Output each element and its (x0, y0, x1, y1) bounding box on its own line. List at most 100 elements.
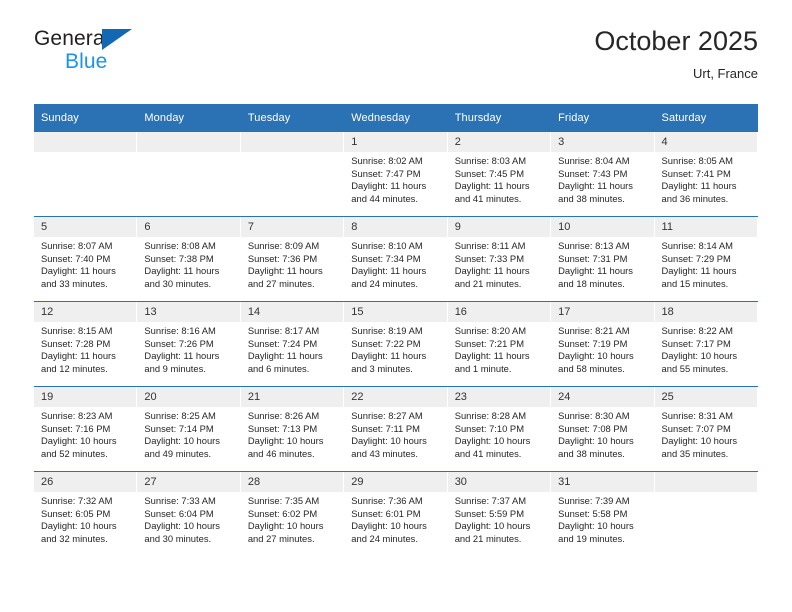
sunset-text: Sunset: 7:10 PM (454, 422, 524, 434)
calendar-day-cell[interactable]: 28 Sunrise: 7:35 AM Sunset: 6:02 PM Dayligh… (240, 471, 345, 556)
calendar-day-cell[interactable]: 3 Sunrise: 8:04 AM Sunset: 7:43 PM Daylight… (551, 132, 655, 217)
day-number: 26 (34, 472, 137, 492)
sunset-text: Sunset: 7:45 PM (454, 167, 524, 179)
daylight-text-line2: and 30 minutes. (144, 277, 212, 289)
page-header: General Blue October 2025 Urt, France (34, 26, 758, 98)
daylight-text-line1: Daylight: 11 hours (661, 180, 737, 192)
sunrise-text: Sunrise: 8:11 AM (454, 240, 526, 251)
sunrise-text: Sunrise: 8:26 AM (247, 410, 320, 421)
sunrise-text: Sunrise: 8:15 AM (41, 325, 113, 336)
general-blue-logo: General Blue (34, 28, 264, 90)
sunrise-text: Sunrise: 8:10 AM (351, 240, 423, 251)
daylight-text-line1: Daylight: 10 hours (144, 520, 220, 532)
day-number: 28 (240, 472, 344, 492)
sunrise-text: Sunrise: 8:27 AM (351, 410, 423, 421)
daylight-text-line1: Daylight: 11 hours (454, 180, 530, 192)
calendar-day-cell[interactable]: 26 Sunrise: 7:32 AM Sunset: 6:05 PM Dayligh… (34, 471, 138, 556)
daylight-text-line1: Daylight: 11 hours (558, 265, 633, 277)
day-info: Sunrise: 7:37 AM Sunset: 5:59 PM Daylight:… (448, 492, 551, 545)
calendar-day-cell[interactable]: 16 Sunrise: 8:20 AM Sunset: 7:21 PM Dayligh… (447, 301, 552, 387)
calendar-day-cell[interactable]: 23 Sunrise: 8:28 AM Sunset: 7:10 PM Dayligh… (447, 386, 552, 472)
sunset-text: Sunset: 7:17 PM (661, 337, 731, 349)
calendar-page: General Blue October 2025 Urt, France Su… (0, 0, 792, 612)
daylight-text-line2: and 41 minutes. (454, 192, 522, 204)
calendar-day-cell[interactable]: 11 Sunrise: 8:14 AM Sunset: 7:29 PM Dayligh… (654, 216, 758, 302)
daylight-text-line1: Daylight: 11 hours (351, 350, 427, 362)
daylight-text-line2: and 58 minutes. (558, 362, 625, 374)
sunset-text: Sunset: 5:59 PM (454, 507, 524, 519)
day-number: 21 (240, 387, 344, 407)
sunset-text: Sunset: 7:29 PM (661, 252, 731, 264)
daylight-text-line1: Daylight: 11 hours (558, 180, 633, 192)
calendar-day-cell[interactable]: 24 Sunrise: 8:30 AM Sunset: 7:08 PM Dayligh… (551, 386, 655, 472)
calendar-day-cell[interactable]: 18 Sunrise: 8:22 AM Sunset: 7:17 PM Dayligh… (654, 301, 758, 387)
day-info: Sunrise: 8:31 AM Sunset: 7:07 PM Daylight:… (655, 407, 758, 460)
sunset-text: Sunset: 6:01 PM (351, 507, 421, 519)
sunrise-text: Sunrise: 8:02 AM (351, 155, 423, 166)
calendar-day-cell[interactable]: 8 Sunrise: 8:10 AM Sunset: 7:34 PM Daylight… (344, 216, 448, 302)
calendar-day-cell[interactable]: 7 Sunrise: 8:09 AM Sunset: 7:36 PM Daylight… (240, 216, 345, 302)
day-info: Sunrise: 8:05 AM Sunset: 7:41 PM Daylight:… (655, 152, 758, 205)
weekday-header-saturday: Saturday (654, 104, 758, 132)
sunrise-text: Sunrise: 8:05 AM (661, 155, 733, 166)
calendar-day-cell[interactable]: 20 Sunrise: 8:25 AM Sunset: 7:14 PM Dayligh… (137, 386, 241, 472)
sunrise-text: Sunrise: 8:28 AM (454, 410, 527, 421)
calendar-day-cell[interactable]: 17 Sunrise: 8:21 AM Sunset: 7:19 PM Dayligh… (551, 301, 655, 387)
daylight-text-line1: Daylight: 10 hours (247, 435, 324, 447)
day-info: Sunrise: 8:27 AM Sunset: 7:11 PM Daylight:… (344, 407, 447, 460)
day-info: Sunrise: 7:33 AM Sunset: 6:04 PM Daylight:… (137, 492, 240, 545)
sunrise-text: Sunrise: 8:25 AM (144, 410, 216, 421)
calendar-day-cell[interactable]: 31 Sunrise: 7:39 AM Sunset: 5:58 PM Dayligh… (551, 471, 655, 556)
daylight-text-line1: Daylight: 11 hours (41, 350, 116, 362)
sunset-text: Sunset: 7:31 PM (558, 252, 628, 264)
weekday-header-wednesday: Wednesday (344, 104, 448, 132)
day-number: 7 (240, 217, 344, 237)
daylight-text-line1: Daylight: 11 hours (247, 265, 323, 277)
calendar-day-cell[interactable]: 12 Sunrise: 8:15 AM Sunset: 7:28 PM Dayligh… (34, 301, 138, 387)
day-number: 22 (344, 387, 447, 407)
calendar-day-cell[interactable]: 14 Sunrise: 8:17 AM Sunset: 7:24 PM Dayligh… (240, 301, 345, 387)
calendar-day-cell[interactable]: 15 Sunrise: 8:19 AM Sunset: 7:22 PM Dayligh… (344, 301, 448, 387)
calendar-day-cell[interactable]: 2 Sunrise: 8:03 AM Sunset: 7:45 PM Daylight… (447, 132, 552, 217)
calendar-day-cell[interactable]: 13 Sunrise: 8:16 AM Sunset: 7:26 PM Dayligh… (137, 301, 241, 387)
day-number (240, 132, 344, 152)
calendar-day-cell[interactable]: 10 Sunrise: 8:13 AM Sunset: 7:31 PM Dayligh… (551, 216, 655, 302)
day-info: Sunrise: 8:14 AM Sunset: 7:29 PM Daylight:… (655, 237, 758, 290)
day-info: Sunrise: 8:13 AM Sunset: 7:31 PM Daylight:… (551, 237, 654, 290)
sunset-text: Sunset: 7:33 PM (454, 252, 524, 264)
logo-general-label: General (34, 27, 110, 50)
day-number: 30 (447, 472, 551, 492)
daylight-text-line1: Daylight: 10 hours (661, 350, 738, 362)
calendar-day-cell[interactable]: 9 Sunrise: 8:11 AM Sunset: 7:33 PM Daylight… (447, 216, 552, 302)
sunrise-text: Sunrise: 8:04 AM (558, 155, 630, 166)
sunrise-text: Sunrise: 7:39 AM (558, 495, 630, 506)
calendar-day-cell[interactable]: 27 Sunrise: 7:33 AM Sunset: 6:04 PM Dayligh… (137, 471, 241, 556)
sunset-text: Sunset: 6:05 PM (41, 507, 111, 519)
day-number: 9 (447, 217, 551, 237)
day-number: 12 (34, 302, 137, 322)
day-info: Sunrise: 8:08 AM Sunset: 7:38 PM Daylight:… (137, 237, 240, 290)
calendar-day-cell[interactable]: 22 Sunrise: 8:27 AM Sunset: 7:11 PM Dayligh… (344, 386, 448, 472)
calendar-day-cell[interactable]: 21 Sunrise: 8:26 AM Sunset: 7:13 PM Dayligh… (240, 386, 345, 472)
calendar-day-cell[interactable]: 4 Sunrise: 8:05 AM Sunset: 7:41 PM Daylight… (654, 132, 758, 217)
calendar-day-cell[interactable]: 25 Sunrise: 8:31 AM Sunset: 7:07 PM Dayligh… (654, 386, 758, 472)
daylight-text-line2: and 27 minutes. (247, 532, 315, 544)
calendar-day-cell[interactable]: 29 Sunrise: 7:36 AM Sunset: 6:01 PM Dayligh… (344, 471, 448, 556)
sunrise-text: Sunrise: 8:30 AM (558, 410, 630, 421)
calendar-day-cell[interactable]: 5 Sunrise: 8:07 AM Sunset: 7:40 PM Daylight… (34, 216, 138, 302)
calendar-day-cell[interactable]: 19 Sunrise: 8:23 AM Sunset: 7:16 PM Dayligh… (34, 386, 138, 472)
daylight-text-line2: and 38 minutes. (558, 192, 625, 204)
daylight-text-line1: Daylight: 11 hours (41, 265, 116, 277)
sunrise-text: Sunrise: 7:37 AM (454, 495, 527, 506)
day-number: 18 (654, 302, 757, 322)
calendar-day-cell[interactable]: 1 Sunrise: 8:02 AM Sunset: 7:47 PM Daylight… (344, 132, 448, 217)
daylight-text-line2: and 15 minutes. (661, 277, 729, 289)
day-info: Sunrise: 8:21 AM Sunset: 7:19 PM Daylight:… (551, 322, 654, 375)
page-title: October 2025 (594, 26, 758, 56)
daylight-text-line2: and 33 minutes. (41, 277, 108, 289)
weekday-header-monday: Monday (137, 104, 241, 132)
calendar-day-cell[interactable]: 6 Sunrise: 8:08 AM Sunset: 7:38 PM Daylight… (137, 216, 241, 302)
calendar-day-cell[interactable]: 30 Sunrise: 7:37 AM Sunset: 5:59 PM Dayligh… (447, 471, 552, 556)
day-info: Sunrise: 8:28 AM Sunset: 7:10 PM Daylight:… (448, 407, 551, 460)
sunrise-sunset-calendar-table: Sunday Monday Tuesday Wednesday Thursday… (34, 104, 758, 556)
